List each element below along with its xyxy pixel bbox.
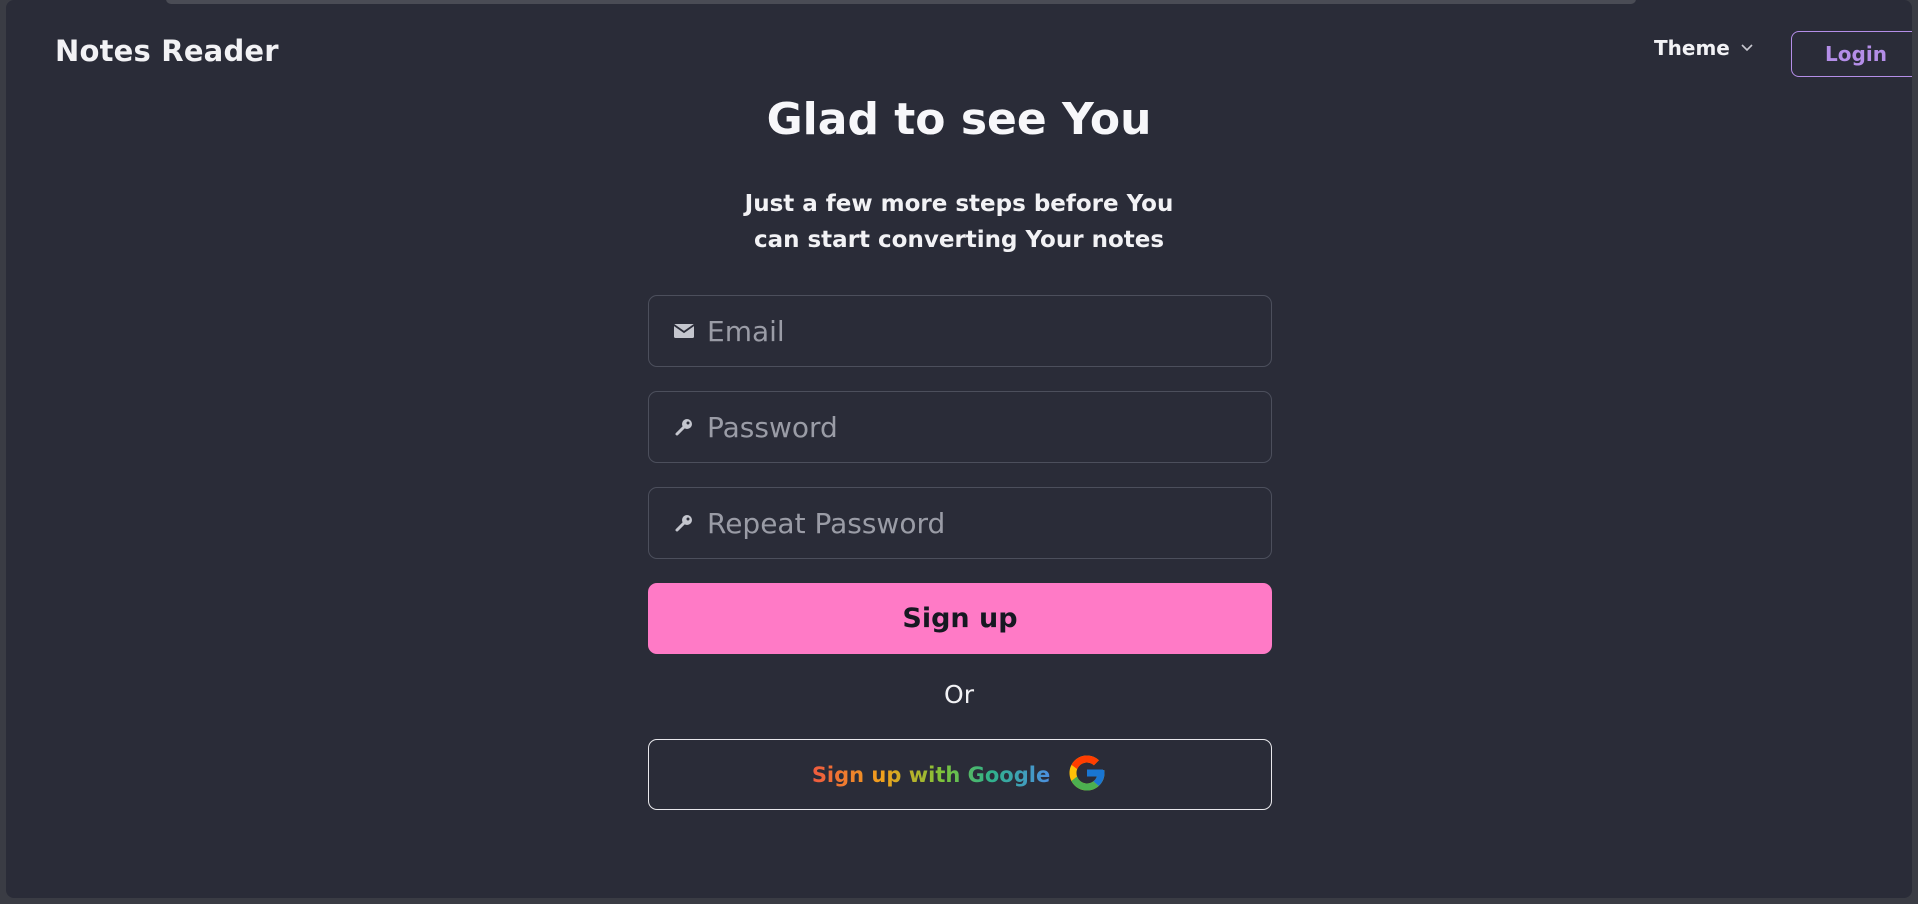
theme-dropdown[interactable]: Theme [1654,36,1754,60]
subtitle-line-2: can start converting Your notes [753,227,1165,253]
repeat-password-input[interactable] [707,488,1271,558]
google-signup-label: Sign up with Google [811,762,1051,787]
theme-label: Theme [1654,36,1730,60]
google-logo-icon [1066,752,1108,798]
or-divider: Or [944,680,974,709]
google-signup-button[interactable]: Sign up with Google [648,739,1272,810]
key-icon [673,416,695,438]
password-input[interactable] [707,392,1271,462]
email-input[interactable] [707,296,1271,366]
password-field[interactable] [648,391,1272,463]
key-icon [673,512,695,534]
chevron-down-icon [1740,43,1754,53]
repeat-password-field[interactable] [648,487,1272,559]
login-button[interactable]: Login [1791,31,1912,77]
page-subtitle: Just a few more steps before You can sta… [6,186,1912,258]
app-window: Notes Reader Theme Login Glad to see You… [6,0,1912,898]
subtitle-line-1: Just a few more steps before You [744,191,1174,217]
envelope-icon [673,320,695,342]
signup-button[interactable]: Sign up [648,583,1272,654]
brand-title[interactable]: Notes Reader [55,34,279,68]
email-field[interactable] [648,295,1272,367]
page-title: Glad to see You [766,94,1152,145]
